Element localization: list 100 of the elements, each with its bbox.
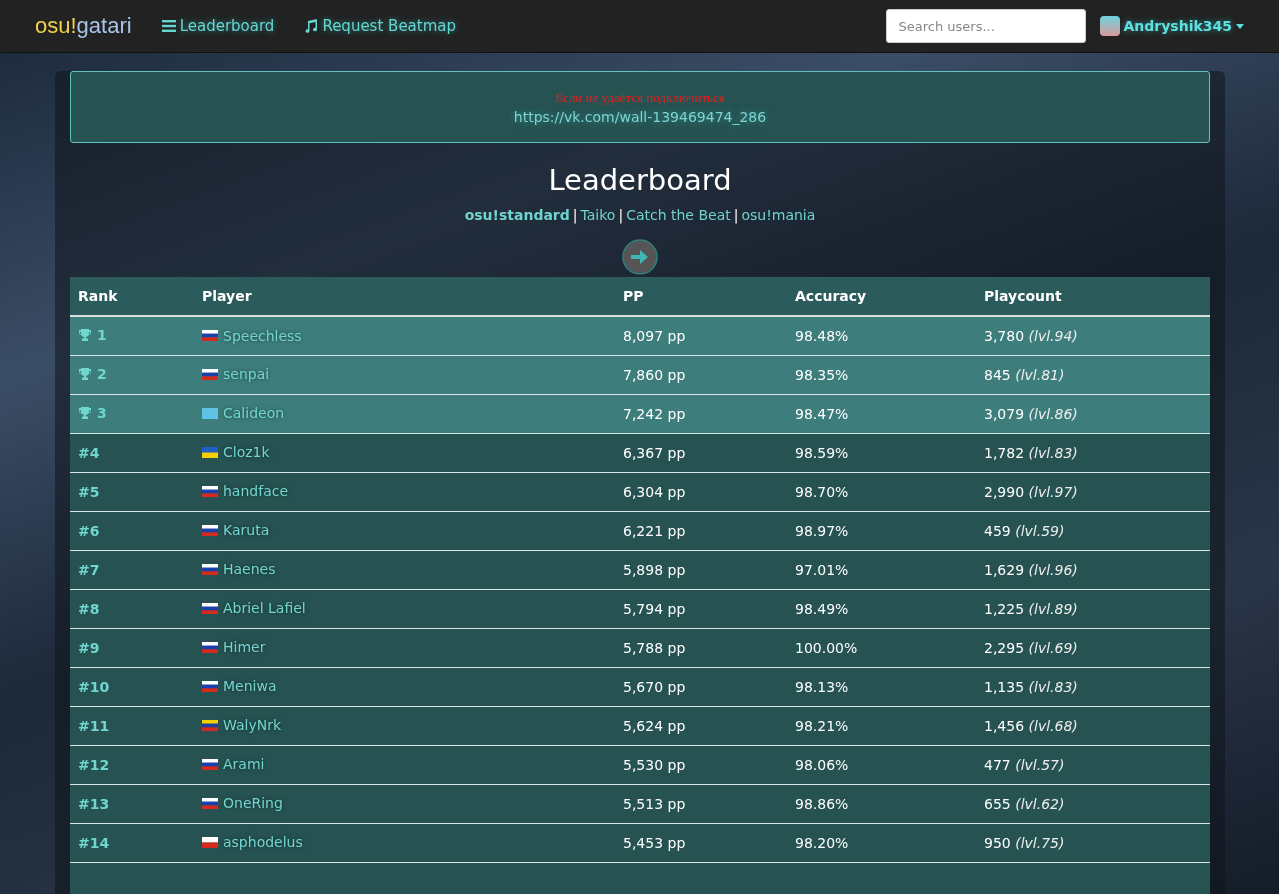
- rank-number: 3: [97, 404, 107, 421]
- pp-cell: 6,221 pp: [615, 511, 787, 550]
- nav-link[interactable]: Leaderboard: [161, 17, 275, 35]
- separator: |: [572, 207, 578, 223]
- separator: |: [618, 207, 624, 223]
- player-link[interactable]: Arami: [223, 756, 265, 773]
- search-field[interactable]: Search users...: [885, 9, 1086, 43]
- player-link[interactable]: WalyNrk: [223, 717, 282, 734]
- rank-number: 1: [97, 326, 107, 343]
- flag-icon: [202, 719, 218, 731]
- trophy-icon: [78, 405, 92, 420]
- playcount-value: 2,295: [984, 639, 1025, 656]
- player-link[interactable]: asphodelus: [223, 834, 303, 851]
- accuracy-cell: 98.97%: [787, 511, 976, 550]
- notice-message: Если не удаётся подключиться: [554, 90, 726, 106]
- pp-cell: 5,530 pp: [615, 745, 787, 784]
- flag-icon: [202, 758, 218, 770]
- pp-cell: 5,898 pp: [615, 550, 787, 589]
- level-label: (lvl.86): [1028, 405, 1078, 422]
- accuracy-cell: 98.47%: [787, 394, 976, 433]
- player-link[interactable]: senpai: [223, 366, 270, 383]
- trophy-icon: [78, 366, 92, 381]
- mode-link[interactable]: Taiko: [580, 207, 616, 223]
- rank-number: #12: [78, 756, 110, 773]
- pp-cell: 7,860 pp: [615, 355, 787, 394]
- playcount-value: 950: [984, 834, 1011, 851]
- flag-icon: [202, 680, 218, 692]
- pp-cell: 5,670 pp: [615, 667, 787, 706]
- user-menu[interactable]: Andryshik345: [1099, 16, 1244, 36]
- level-label: (lvl.59): [1015, 522, 1065, 539]
- flag-icon: [202, 602, 218, 614]
- rank-number: #6: [78, 522, 100, 539]
- playcount-value: 1,135: [984, 678, 1025, 695]
- level-label: (lvl.97): [1028, 483, 1078, 500]
- notice-link[interactable]: https://vk.com/wall-139469474_286: [513, 109, 767, 125]
- avatar-icon: [1099, 16, 1120, 36]
- rank-number: #10: [78, 678, 110, 695]
- site-logo[interactable]: osu!gatari: [35, 13, 132, 39]
- level-label: (lvl.96): [1028, 561, 1078, 578]
- nav-link[interactable]: Request Beatmap: [304, 17, 456, 35]
- rank-number: #9: [78, 639, 100, 656]
- player-link[interactable]: Meniwa: [223, 678, 277, 695]
- pp-cell: 8,097 pp: [615, 316, 787, 355]
- player-link[interactable]: Haenes: [223, 561, 276, 578]
- level-label: (lvl.57): [1015, 756, 1065, 773]
- player-link[interactable]: Speechless: [223, 327, 302, 344]
- playcount-value: 845: [984, 366, 1011, 383]
- trophy-icon: [78, 327, 92, 342]
- player-link[interactable]: Abriel Lafiel: [223, 600, 306, 617]
- playcount-value: 459: [984, 522, 1011, 539]
- accuracy-cell: 98.20%: [787, 823, 976, 862]
- accuracy-cell: 98.59%: [787, 433, 976, 472]
- level-label: (lvl.62): [1015, 795, 1065, 812]
- playcount-value: 1,225: [984, 600, 1025, 617]
- player-link[interactable]: handface: [223, 483, 289, 500]
- caret-icon: [1236, 23, 1244, 29]
- level-label: (lvl.68): [1028, 717, 1078, 734]
- level-label: (lvl.81): [1015, 366, 1065, 383]
- pp-cell: 5,513 pp: [615, 784, 787, 823]
- rank-number: #13: [78, 795, 110, 812]
- pp-cell: 5,624 pp: [615, 706, 787, 745]
- player-link[interactable]: Cloz1k: [223, 444, 270, 461]
- rank-number: #11: [78, 717, 110, 734]
- level-label: (lvl.83): [1028, 678, 1078, 695]
- playcount-value: 655: [984, 795, 1011, 812]
- mode-link[interactable]: osu!standard: [464, 207, 570, 223]
- mode-link[interactable]: osu!mania: [741, 207, 816, 223]
- page-title: Leaderboard: [547, 163, 733, 197]
- list-icon: [161, 19, 176, 33]
- playcount-value: 1,629: [984, 561, 1025, 578]
- level-label: (lvl.94): [1028, 327, 1078, 344]
- playcount-value: 2,990: [984, 483, 1025, 500]
- rank-number: #5: [78, 483, 100, 500]
- playcount-value: 3,780: [984, 327, 1025, 344]
- player-link[interactable]: Calideon: [223, 405, 285, 422]
- player-link[interactable]: OneRing: [223, 795, 283, 812]
- rank-number: #4: [78, 444, 100, 461]
- flag-icon: [202, 563, 218, 575]
- flag-icon: [202, 446, 218, 458]
- accuracy-cell: 98.86%: [787, 784, 976, 823]
- pp-cell: 6,367 pp: [615, 433, 787, 472]
- playcount-value: 1,456: [984, 717, 1025, 734]
- pp-cell: 5,794 pp: [615, 589, 787, 628]
- flag-icon: [202, 797, 218, 809]
- music-note-icon: [304, 19, 319, 33]
- player-link[interactable]: Himer: [223, 639, 266, 656]
- accuracy-cell: 98.35%: [787, 355, 976, 394]
- rank-number: #7: [78, 561, 100, 578]
- rank-number: #8: [78, 600, 100, 617]
- level-label: (lvl.69): [1028, 639, 1078, 656]
- separator: |: [733, 207, 739, 223]
- mode-link[interactable]: Catch the Beat: [626, 207, 731, 223]
- player-link[interactable]: Karuta: [223, 522, 270, 539]
- flag-icon: [202, 368, 218, 380]
- pp-cell: 7,242 pp: [615, 394, 787, 433]
- level-label: (lvl.83): [1028, 444, 1078, 461]
- flag-icon: [202, 485, 218, 497]
- pp-cell: 5,788 pp: [615, 628, 787, 667]
- accuracy-cell: 98.48%: [787, 316, 976, 355]
- playcount-value: 477: [984, 756, 1011, 773]
